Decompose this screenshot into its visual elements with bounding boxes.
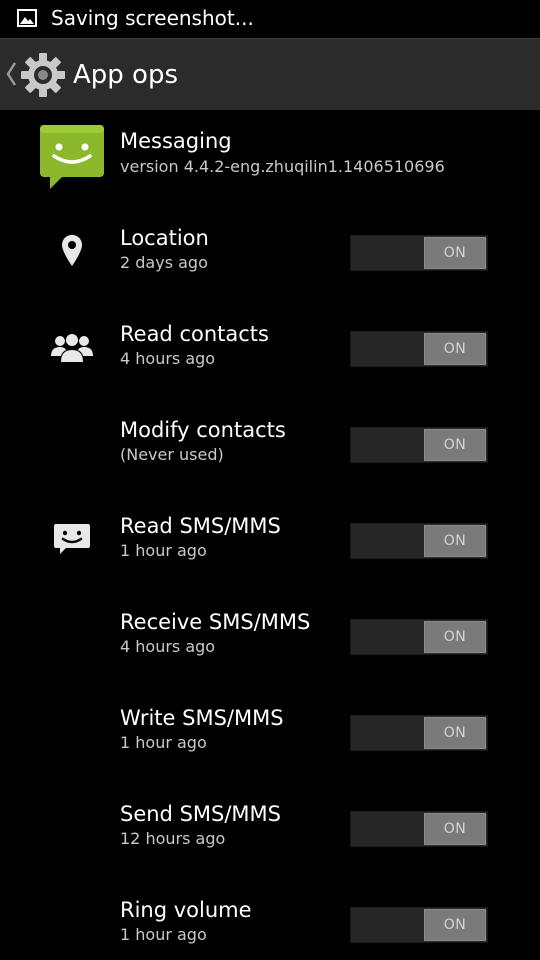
op-row-ring-volume[interactable]: Ring volume 1 hour ago ON xyxy=(0,874,540,960)
toggle-state: ON xyxy=(424,237,486,269)
toggle-state: ON xyxy=(424,909,486,941)
op-last-used: 4 hours ago xyxy=(120,349,216,368)
op-title: Send SMS/MMS xyxy=(120,802,281,826)
op-title: Receive SMS/MMS xyxy=(120,610,311,634)
action-bar: App ops xyxy=(0,38,540,110)
read-sms-toggle[interactable]: ON xyxy=(350,523,488,559)
location-pin-icon xyxy=(62,235,82,266)
op-row-modify-contacts[interactable]: Modify contacts (Never used) ON xyxy=(0,394,540,490)
op-title: Read contacts xyxy=(120,322,269,346)
contacts-icon xyxy=(51,333,93,362)
op-title: Read SMS/MMS xyxy=(120,514,281,538)
op-last-used: 1 hour ago xyxy=(120,733,207,752)
op-row-send-sms[interactable]: Send SMS/MMS 12 hours ago ON xyxy=(0,778,540,874)
app-ops-list: Location 2 days ago ON Read contacts 4 h… xyxy=(0,202,540,960)
receive-sms-toggle[interactable]: ON xyxy=(350,619,488,655)
op-last-used: 1 hour ago xyxy=(120,925,207,944)
toggle-state: ON xyxy=(424,717,486,749)
op-title: Modify contacts xyxy=(120,418,286,442)
status-bar: Saving screenshot... xyxy=(0,0,540,38)
location-toggle[interactable]: ON xyxy=(350,235,488,271)
page-title: App ops xyxy=(73,60,179,90)
op-row-location[interactable]: Location 2 days ago ON xyxy=(0,202,540,298)
sms-icon xyxy=(54,524,90,554)
app-name: Messaging xyxy=(120,129,232,153)
modify-contacts-toggle[interactable]: ON xyxy=(350,427,488,463)
op-last-used: 4 hours ago xyxy=(120,637,216,656)
ring-volume-toggle[interactable]: ON xyxy=(350,907,488,943)
messaging-app-icon xyxy=(40,125,104,189)
op-row-write-sms[interactable]: Write SMS/MMS 1 hour ago ON xyxy=(0,682,540,778)
image-icon xyxy=(17,9,37,27)
op-title: Ring volume xyxy=(120,898,252,922)
op-title: Location xyxy=(120,226,209,250)
op-last-used: 12 hours ago xyxy=(120,829,226,848)
status-text: Saving screenshot... xyxy=(51,6,254,30)
app-header: Messaging version 4.4.2-eng.zhuqilin1.14… xyxy=(0,110,540,202)
op-row-read-sms[interactable]: Read SMS/MMS 1 hour ago ON xyxy=(0,490,540,586)
op-title: Write SMS/MMS xyxy=(120,706,284,730)
read-contacts-toggle[interactable]: ON xyxy=(350,331,488,367)
toggle-state: ON xyxy=(424,429,486,461)
op-last-used: 1 hour ago xyxy=(120,541,207,560)
toggle-state: ON xyxy=(424,333,486,365)
op-last-used: 2 days ago xyxy=(120,253,208,272)
op-last-used: (Never used) xyxy=(120,445,224,464)
settings-gear-icon xyxy=(21,53,65,97)
write-sms-toggle[interactable]: ON xyxy=(350,715,488,751)
toggle-state: ON xyxy=(424,813,486,845)
send-sms-toggle[interactable]: ON xyxy=(350,811,488,847)
toggle-state: ON xyxy=(424,621,486,653)
op-row-read-contacts[interactable]: Read contacts 4 hours ago ON xyxy=(0,298,540,394)
chevron-left-icon xyxy=(6,62,17,86)
app-version: version 4.4.2-eng.zhuqilin1.1406510696 xyxy=(120,157,445,176)
up-button[interactable]: App ops xyxy=(0,39,180,111)
toggle-state: ON xyxy=(424,525,486,557)
op-row-receive-sms[interactable]: Receive SMS/MMS 4 hours ago ON xyxy=(0,586,540,682)
